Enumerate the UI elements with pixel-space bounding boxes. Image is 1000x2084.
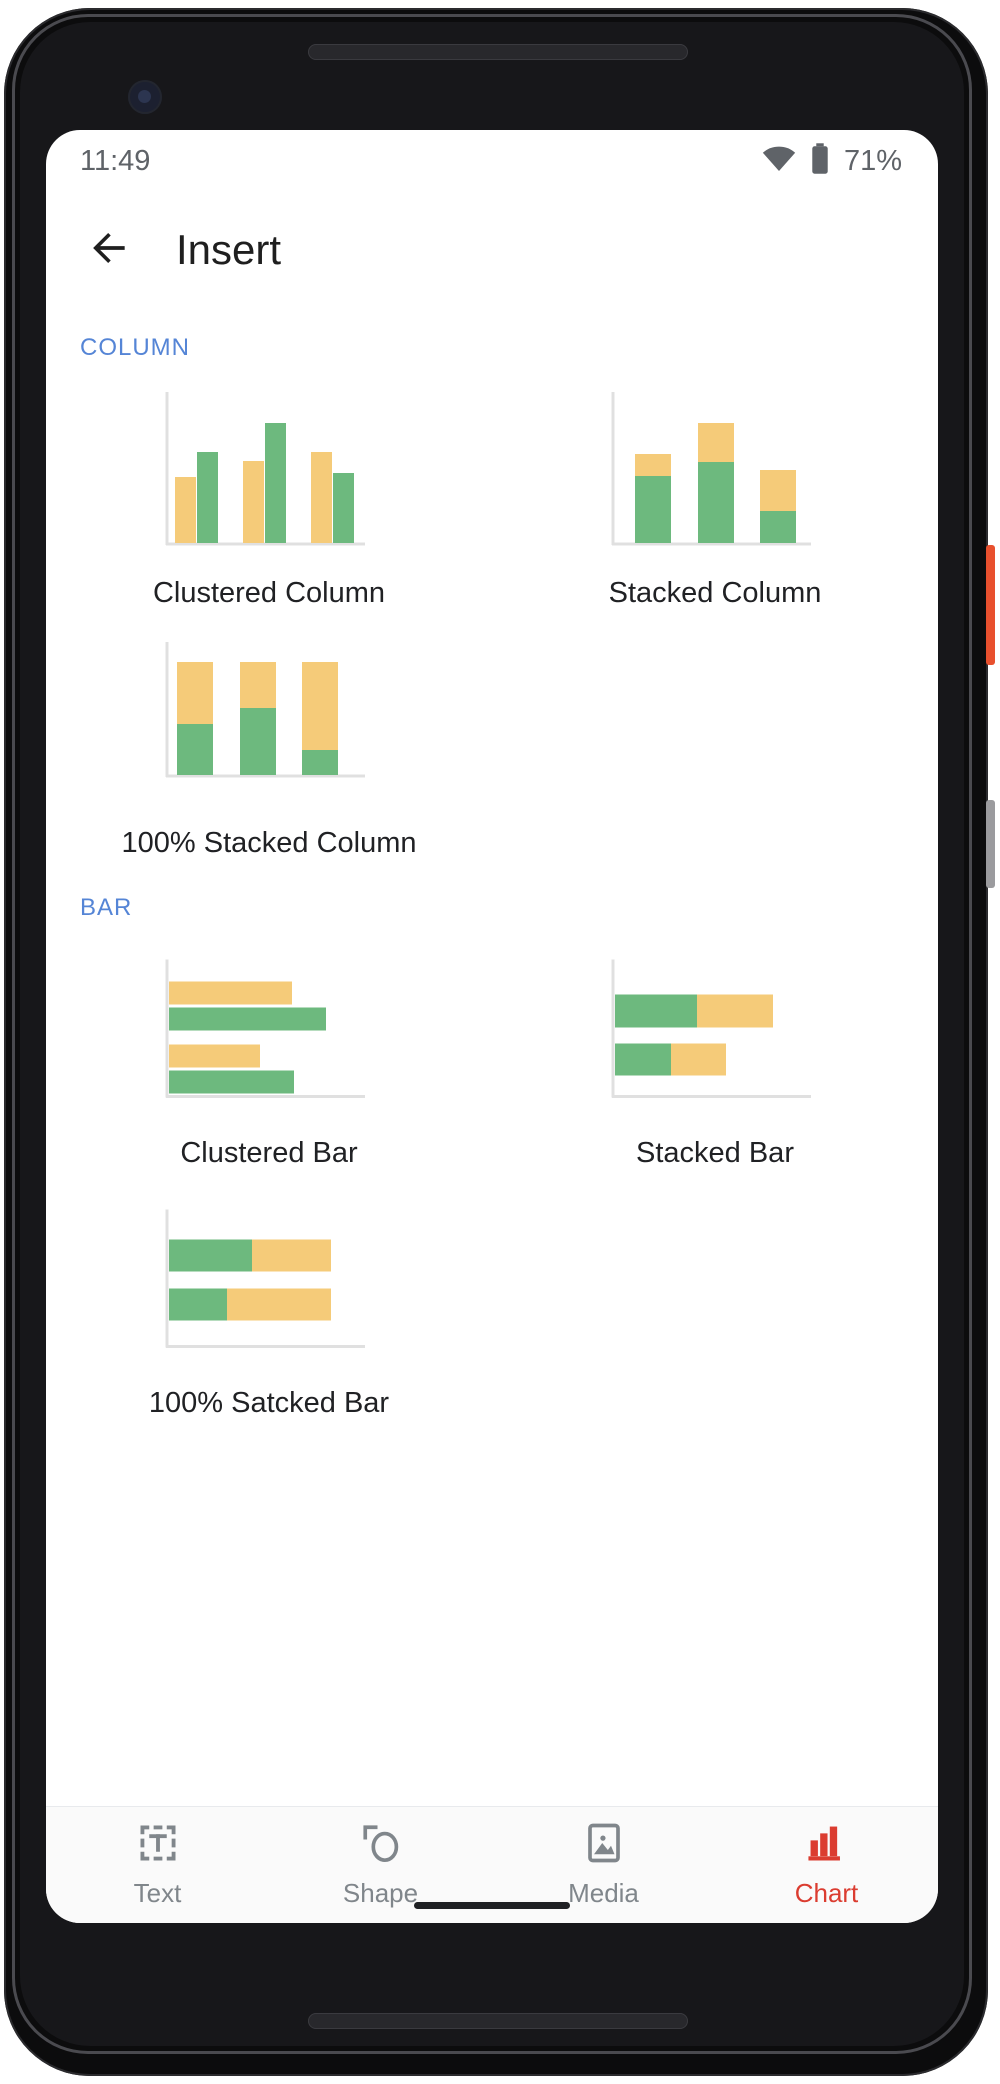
wifi-icon [762,146,796,177]
app-screen: 11:49 71% Insert COLUMN Clustered Column… [46,130,938,1923]
nav-label: Text [133,1877,182,1908]
stacked-column-thumb [599,390,831,555]
shapes-icon [360,1822,402,1869]
chart-option-clustered-bar[interactable]: Clustered Bar [46,928,492,1178]
nav-label: Media [568,1877,639,1908]
chart-option-label: 100% Satcked Bar [148,1387,390,1419]
page-title: Insert [176,226,282,273]
nav-label: Shape [342,1877,419,1908]
back-button[interactable] [74,214,146,286]
pct-stacked-column-thumb [153,640,385,805]
status-indicators: 71% [762,142,902,180]
battery-percent: 71% [843,144,902,177]
column-chart-grid: Clustered Column Stacked Column 100% Sta… [46,368,938,868]
clustered-bar-thumb [153,950,385,1115]
chart-option-label: 100% Stacked Column [121,827,417,859]
status-bar: 11:49 71% [46,130,938,192]
chart-option-clustered-column[interactable]: Clustered Column [46,368,492,618]
status-time: 11:49 [80,144,151,177]
earpiece-speaker-icon [308,44,688,60]
back-arrow-icon [88,226,132,275]
section-header-bar: BAR [80,894,133,921]
chart-option-label: Clustered Bar [180,1137,358,1169]
chart-option-pct-stacked-column[interactable]: 100% Stacked Column [46,618,492,868]
volume-button[interactable] [986,800,995,888]
bar-chart-icon [806,1822,848,1869]
chart-option-pct-stacked-bar[interactable]: 100% Satcked Bar [46,1178,492,1428]
phone-scene: 11:49 71% Insert COLUMN Clustered Column… [0,0,1000,2084]
section-header-column: COLUMN [80,334,191,361]
text-box-icon [137,1822,179,1869]
grid-spacer [492,1178,938,1428]
nav-item-chart[interactable]: Chart [715,1807,938,1923]
power-button[interactable] [986,545,995,665]
clustered-column-thumb [153,390,385,555]
nav-label: Chart [794,1877,859,1908]
image-icon [583,1822,625,1869]
chart-option-stacked-column[interactable]: Stacked Column [492,368,938,618]
stacked-bar-thumb [599,950,831,1115]
chart-option-label: Clustered Column [152,577,386,609]
grid-spacer [492,618,938,868]
home-indicator[interactable] [414,1902,570,1909]
bar-chart-grid: Clustered Bar Stacked Bar 100% Satcked B… [46,928,938,1428]
battery-icon [810,142,830,180]
chart-option-label: Stacked Bar [636,1137,794,1169]
chart-option-stacked-bar[interactable]: Stacked Bar [492,928,938,1178]
app-bar: Insert [46,192,938,308]
pct-stacked-bar-thumb [153,1200,385,1365]
chart-option-label: Stacked Column [608,577,822,609]
front-camera-icon [128,80,162,114]
chart-type-list[interactable]: COLUMN Clustered Column Stacked Column 1… [46,308,938,1806]
nav-item-text[interactable]: Text [46,1807,269,1923]
bottom-speaker-icon [308,2013,688,2029]
